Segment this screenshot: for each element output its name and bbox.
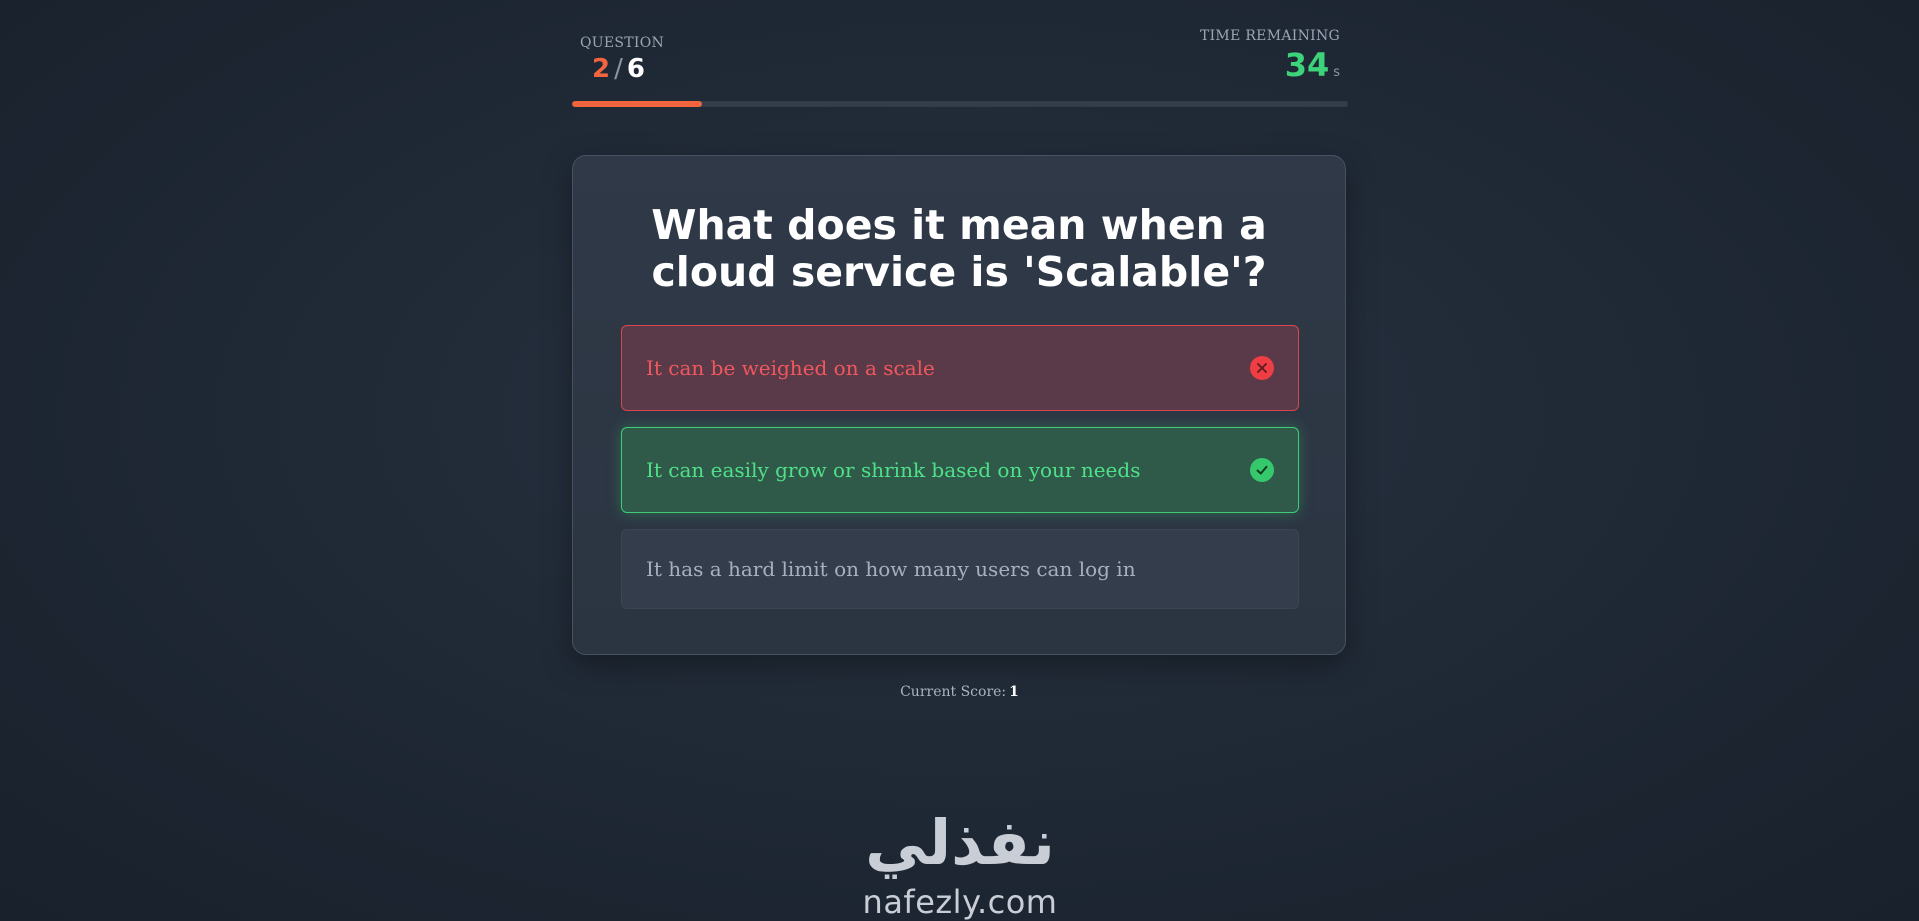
x-circle-icon — [1250, 356, 1274, 380]
logo-domain-text: nafezly.com — [862, 883, 1058, 921]
time-unit: s — [1333, 65, 1340, 80]
answer-option-label: It can easily grow or shrink based on yo… — [646, 458, 1141, 482]
question-current: 2 — [592, 54, 611, 84]
brand-logo: نفذلي nafezly.com — [840, 808, 1080, 921]
question-text: What does it mean when a cloud service i… — [651, 201, 1267, 296]
answer-option[interactable]: It has a hard limit on how many users ca… — [621, 529, 1299, 609]
timer: TIME REMAINING 34 s — [1200, 28, 1340, 92]
answer-option-label: It can be weighed on a scale — [646, 356, 935, 380]
question-separator: / — [614, 54, 623, 84]
progress-fill — [572, 101, 702, 107]
question-card: What does it mean when a cloud service i… — [572, 155, 1346, 655]
answer-option-label: It has a hard limit on how many users ca… — [646, 557, 1136, 581]
logo-arabic-text: نفذلي — [865, 806, 1055, 879]
time-remaining-label: TIME REMAINING — [1199, 28, 1340, 44]
check-circle-icon — [1250, 458, 1274, 482]
time-seconds: 34 — [1284, 46, 1330, 84]
score-value: 1 — [1009, 684, 1019, 700]
question-total: 6 — [626, 54, 645, 84]
progress-bar — [572, 101, 1348, 107]
quiz-header: QUESTION 2/6 TIME REMAINING 34 s — [572, 28, 1348, 108]
score-label: Current Score: — [900, 684, 1007, 700]
time-remaining-value: 34 s — [1200, 46, 1340, 92]
question-count: 2/6 — [580, 53, 664, 85]
question-counter: QUESTION 2/6 — [580, 35, 664, 85]
answer-option-wrong[interactable]: It can be weighed on a scale — [621, 325, 1299, 411]
answer-option-correct[interactable]: It can easily grow or shrink based on yo… — [621, 427, 1299, 513]
question-label: QUESTION — [580, 35, 665, 51]
current-score: Current Score: 1 — [0, 684, 1919, 700]
